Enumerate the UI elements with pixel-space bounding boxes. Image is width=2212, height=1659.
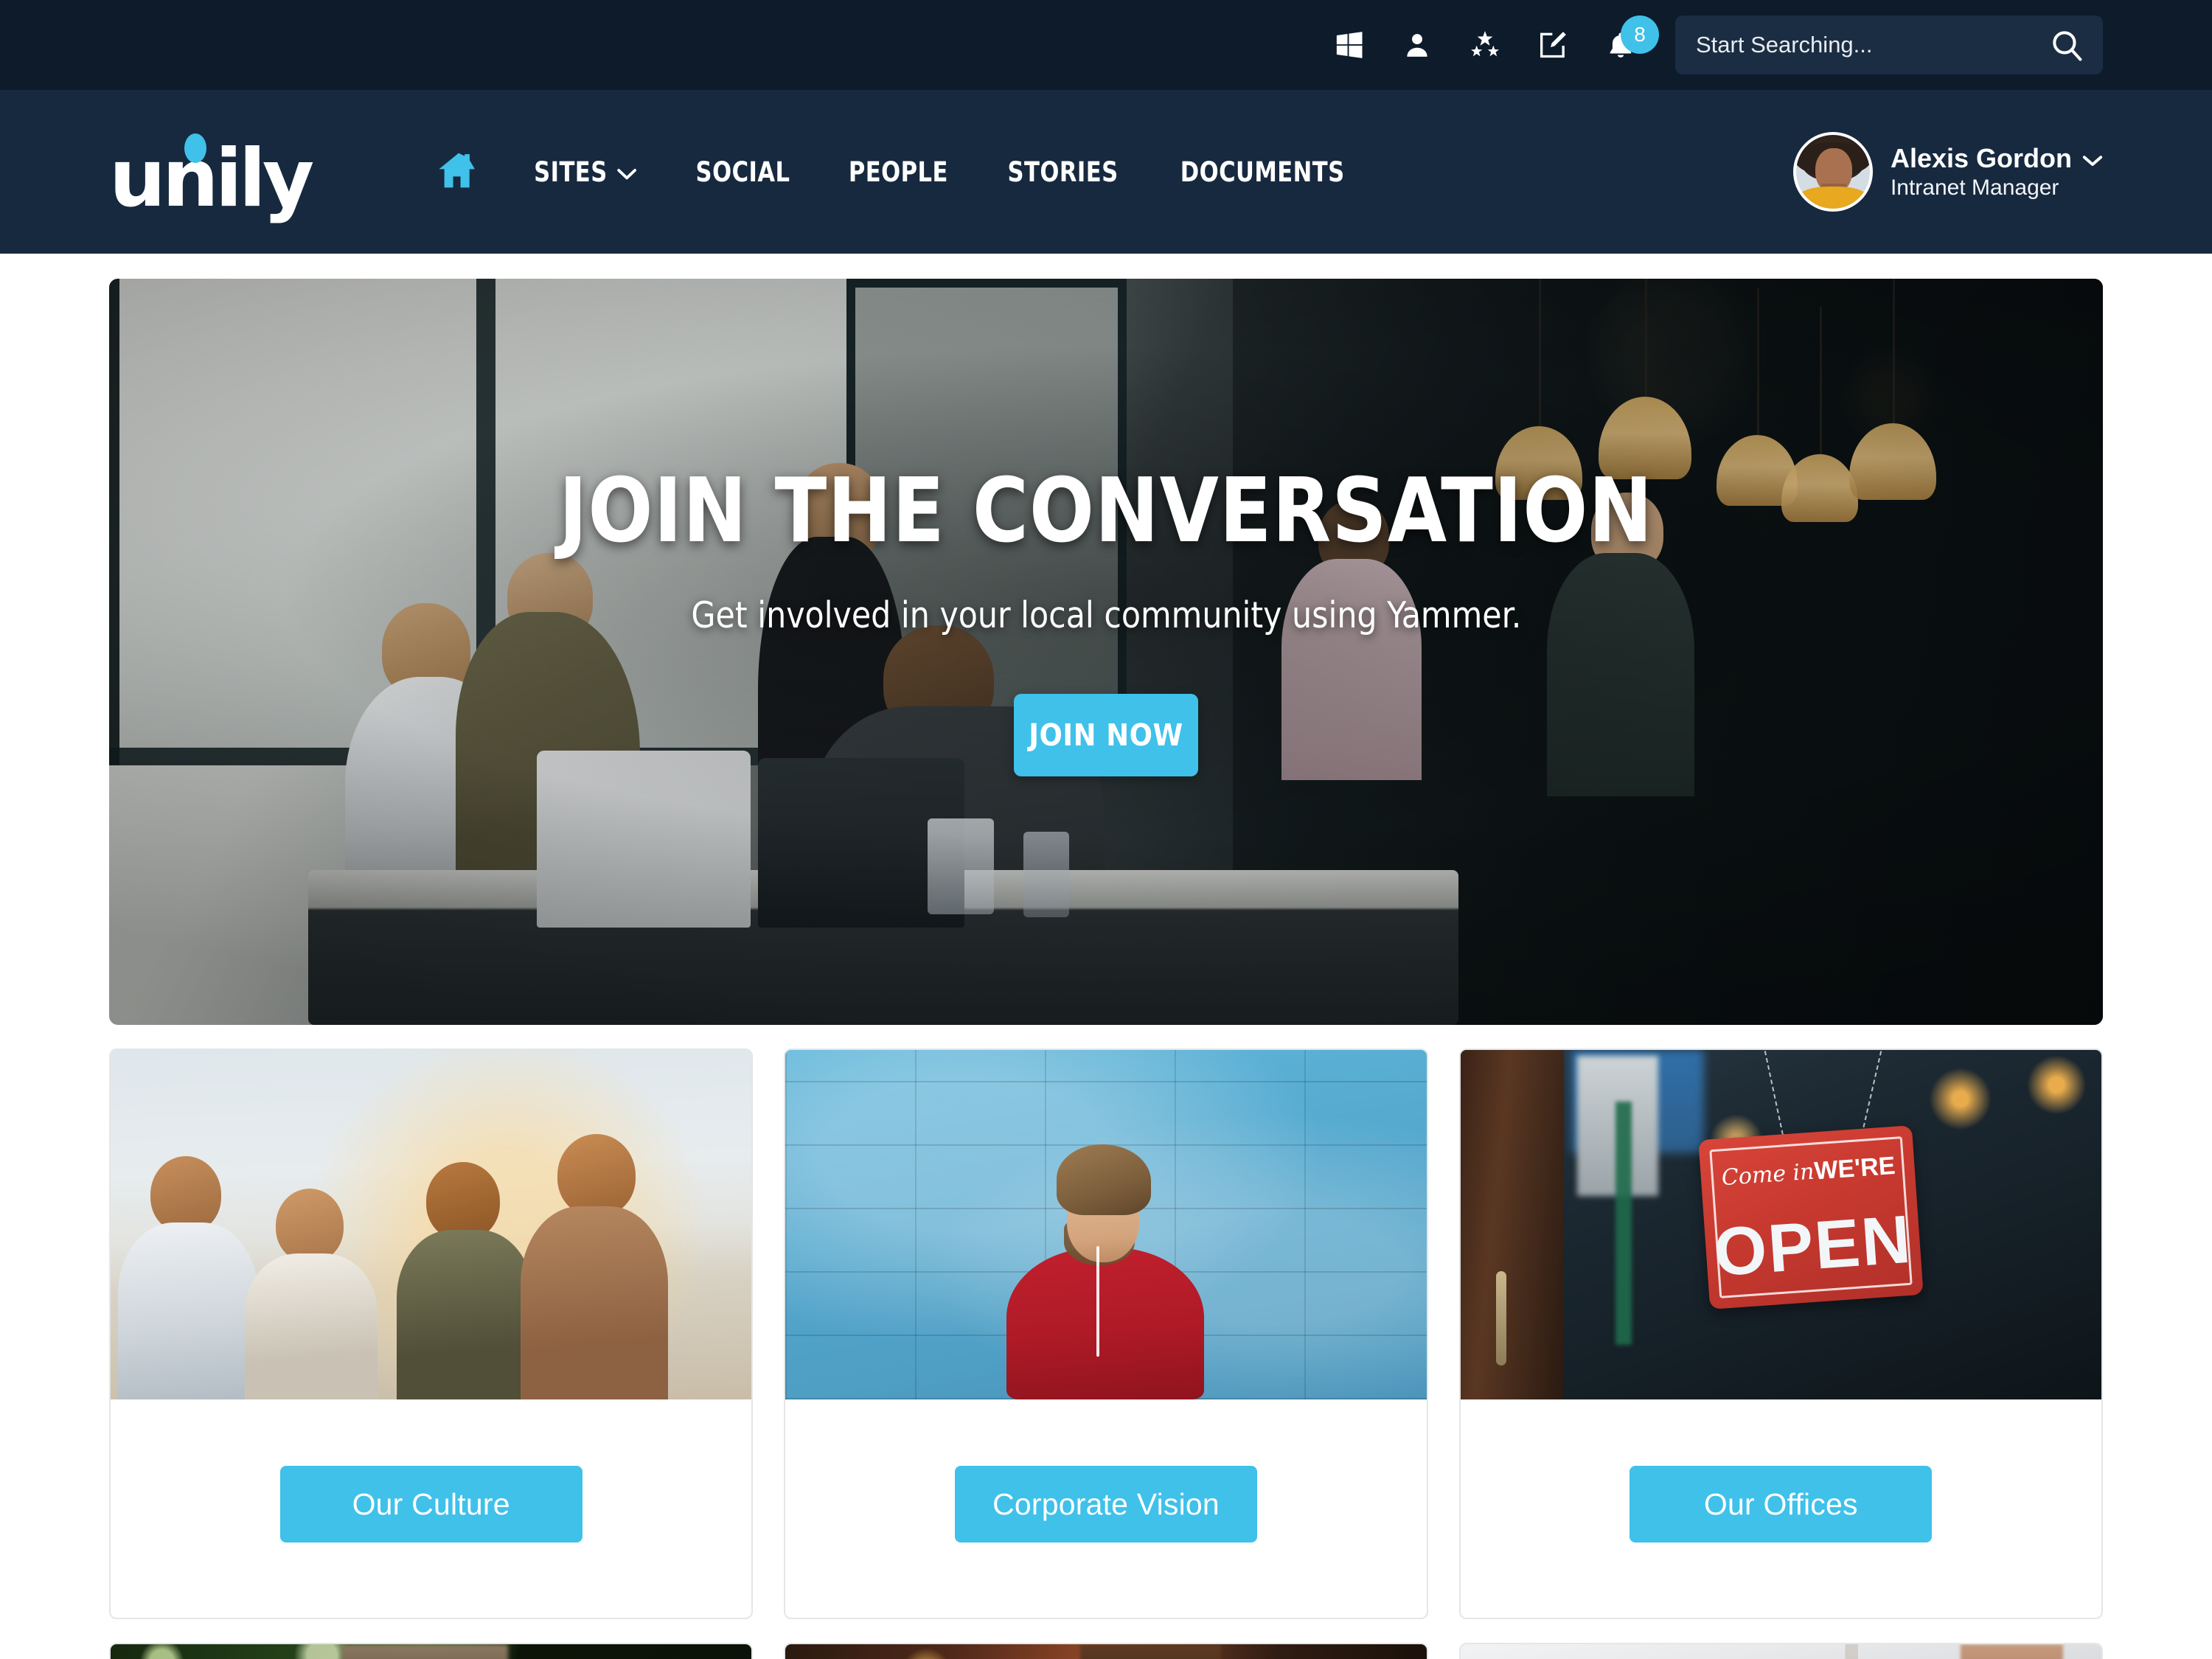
nav-item-stories[interactable]: STORIES [984, 156, 1141, 188]
profile-name-row: Alexis Gordon [1891, 143, 2103, 174]
unily-logo[interactable]: unily [109, 128, 314, 219]
profile-role: Intranet Manager [1890, 175, 2059, 200]
nav-item-label: STORIES [1007, 156, 1119, 188]
logo-dot-accent [184, 133, 206, 163]
chevron-down-icon [617, 156, 638, 188]
corporate-vision-button[interactable]: Corporate Vision [954, 1466, 1257, 1543]
feature-card-corporate-vision[interactable]: Corporate Vision [784, 1048, 1428, 1619]
microsoft-waffle-icon[interactable] [1330, 26, 1368, 64]
main-navigation-bar: unily SITES SOCIAL PEOPLE STORIES DOCUME… [0, 90, 2212, 254]
join-now-button[interactable]: JOIN NOW [1014, 694, 1198, 776]
nav-item-label: SITES [534, 156, 608, 188]
favourites-stars-icon[interactable] [1466, 26, 1504, 64]
secondary-card-2[interactable] [784, 1643, 1428, 1659]
nav-item-documents[interactable]: DOCUMENTS [1158, 156, 1368, 188]
page-content: JOIN THE CONVERSATION Get involved in yo… [0, 254, 2212, 1659]
nav-item-sites[interactable]: SITES [511, 156, 661, 188]
home-icon [438, 151, 479, 193]
search-input[interactable] [1696, 32, 2050, 58]
top-utility-bar: 8 [0, 0, 2212, 90]
hero-subtitle: Get involved in your local community usi… [691, 594, 1521, 636]
hero-title: JOIN THE CONVERSATION [558, 460, 1654, 563]
profile-text: Alexis Gordon Intranet Manager [1891, 143, 2103, 201]
top-utility-icons: 8 [1330, 15, 1659, 64]
chevron-down-icon [2082, 143, 2103, 174]
secondary-card-grid [109, 1643, 2103, 1659]
card-body-our-culture: Our Culture [111, 1399, 751, 1618]
nav-item-label: PEOPLE [849, 156, 949, 188]
logo-wordmark: unily [109, 133, 314, 225]
card-image-bokeh-green [111, 1644, 752, 1659]
search-icon[interactable] [2050, 28, 2084, 62]
user-profile-icon[interactable] [1398, 26, 1436, 64]
notifications-bell-icon[interactable]: 8 [1601, 15, 1659, 64]
hero-banner[interactable]: JOIN THE CONVERSATION Get involved in yo… [109, 279, 2103, 1025]
avatar [1792, 132, 1873, 212]
nav-item-home[interactable] [413, 151, 504, 193]
nav-item-label: SOCIAL [695, 156, 790, 188]
nav-item-label: DOCUMENTS [1180, 156, 1345, 188]
card-image-office-wall [1460, 1644, 2101, 1659]
nav-item-people[interactable]: PEOPLE [826, 156, 972, 188]
secondary-card-1[interactable] [109, 1643, 754, 1659]
user-profile-menu[interactable]: Alexis Gordon Intranet Manager [1792, 132, 2103, 212]
card-body-our-offices: Our Offices [1461, 1399, 2101, 1618]
card-body-corporate-vision: Corporate Vision [785, 1399, 1426, 1618]
nav-item-social[interactable]: SOCIAL [673, 156, 813, 188]
search-box[interactable] [1675, 15, 2103, 74]
feature-card-our-offices[interactable]: Come in WE'RE OPEN Our Offices [1458, 1048, 2103, 1619]
hero-copy: JOIN THE CONVERSATION Get involved in yo… [109, 279, 2103, 1025]
compose-edit-icon[interactable] [1534, 26, 1572, 64]
card-image-bokeh-warm [785, 1644, 1427, 1659]
notification-count-badge: 8 [1621, 15, 1659, 54]
profile-name: Alexis Gordon [1890, 143, 2072, 174]
feature-card-grid: Our Culture Corporate Vision Come in WE'… [109, 1048, 2103, 1619]
open-sign-graphic: Come in WE'RE OPEN [1697, 1125, 1924, 1310]
card-image-our-culture [111, 1050, 752, 1399]
our-offices-button[interactable]: Our Offices [1630, 1466, 1933, 1543]
card-image-our-offices: Come in WE'RE OPEN [1460, 1050, 2101, 1399]
primary-nav-links: SITES SOCIAL PEOPLE STORIES DOCUMENTS [413, 151, 1377, 193]
secondary-card-3[interactable] [1458, 1643, 2103, 1659]
card-image-corporate-vision [785, 1050, 1427, 1399]
feature-card-our-culture[interactable]: Our Culture [109, 1048, 754, 1619]
our-culture-button[interactable]: Our Culture [279, 1466, 582, 1543]
